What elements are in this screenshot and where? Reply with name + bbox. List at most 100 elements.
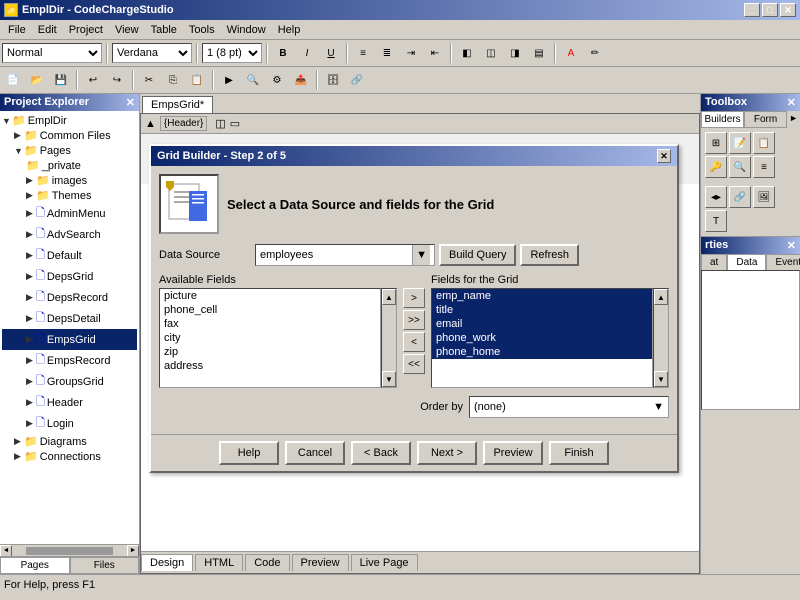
highlight-button[interactable]: ✏ [584, 42, 606, 64]
pe-tab-files[interactable]: Files [70, 557, 140, 574]
tree-item-connections[interactable]: ▶ 📁 Connections [2, 449, 137, 464]
tb-undo[interactable]: ↩ [82, 69, 104, 91]
tree-item-diagrams[interactable]: ▶ 📁 Diagrams [2, 434, 137, 449]
field-item-zip[interactable]: zip [160, 345, 380, 359]
scroll-up-btn[interactable]: ▲ [654, 289, 668, 305]
doc-tab-empsgrid[interactable]: EmpsGrid* [142, 96, 213, 113]
menu-file[interactable]: File [2, 22, 32, 38]
menu-edit[interactable]: Edit [32, 22, 63, 38]
tb-cut[interactable]: ✂ [138, 69, 160, 91]
menu-help[interactable]: Help [272, 22, 307, 38]
tree-item-empsgrid[interactable]: ▶ 🗋 EmpsGrid [2, 329, 137, 350]
tree-item-depsgrid[interactable]: ▶ 🗋 DepsGrid [2, 266, 137, 287]
finish-button[interactable]: Finish [549, 441, 609, 465]
tool-login[interactable]: 🔑 [705, 156, 727, 178]
indent-button[interactable]: ⇥ [400, 42, 422, 64]
bold-button[interactable]: B [272, 42, 294, 64]
tree-item-themes[interactable]: ▶ 📁 Themes [2, 188, 137, 203]
minimize-button[interactable]: _ [744, 3, 760, 17]
grid-field-emp-name[interactable]: emp_name [432, 289, 652, 303]
grid-field-title[interactable]: title [432, 303, 652, 317]
menu-project[interactable]: Project [63, 22, 109, 38]
header-scroll-up[interactable]: ▲ [145, 118, 156, 130]
tb-preview[interactable]: 🔍 [242, 69, 264, 91]
tb-publish[interactable]: 📤 [290, 69, 312, 91]
tree-item-depsdetail[interactable]: ▶ 🗋 DepsDetail [2, 308, 137, 329]
grid-field-email[interactable]: email [432, 317, 652, 331]
toolbox-scroll-right[interactable]: ► [787, 111, 800, 128]
tree-item-empldir[interactable]: ▼ 📁 EmplDir [2, 113, 137, 128]
field-item-address[interactable]: address [160, 359, 380, 373]
scroll-left-btn[interactable]: ◄ [0, 545, 12, 557]
grid-fields-list[interactable]: emp_name title email phone_work phone_ho… [431, 288, 653, 388]
tree-item-depsrecord[interactable]: ▶ 🗋 DepsRecord [2, 287, 137, 308]
available-fields-scrollbar[interactable]: ▲ ▼ [381, 288, 397, 388]
color-button[interactable]: A [560, 42, 582, 64]
grid-field-phone-work[interactable]: phone_work [432, 331, 652, 345]
font-select[interactable]: Verdana [112, 43, 192, 63]
tab-code[interactable]: Code [245, 554, 289, 571]
tree-item-images[interactable]: ▶ 📁 images [2, 173, 137, 188]
prop-tab-at[interactable]: at [701, 254, 727, 270]
tree-item-adminmenu[interactable]: ▶ 🗋 AdminMenu [2, 203, 137, 224]
tool-record[interactable]: 📋 [753, 132, 775, 154]
tool-image[interactable]: 🖼 [753, 186, 775, 208]
prop-tab-events[interactable]: Events [766, 254, 800, 270]
tool-search[interactable]: 🔍 [729, 156, 751, 178]
tb-db[interactable]: 🗄 [322, 69, 344, 91]
tool-grid[interactable]: ⊞ [705, 132, 727, 154]
available-fields-list[interactable]: picture phone_cell fax city zip address [159, 288, 381, 388]
tree-item-empsrecord[interactable]: ▶ 🗋 EmpsRecord [2, 350, 137, 371]
prop-tab-data[interactable]: Data [727, 254, 766, 270]
tool-text[interactable]: T [705, 210, 727, 232]
toolbox-tab-form[interactable]: Form [744, 111, 787, 128]
grid-field-phone-home[interactable]: phone_home [432, 345, 652, 359]
scroll-up-btn[interactable]: ▲ [382, 289, 396, 305]
tb-redo[interactable]: ↪ [106, 69, 128, 91]
transfer-one-left-button[interactable]: < [403, 332, 425, 352]
close-button[interactable]: ✕ [780, 3, 796, 17]
tool-nav[interactable]: ◂▸ [705, 186, 727, 208]
underline-button[interactable]: U [320, 42, 342, 64]
menu-view[interactable]: View [109, 22, 145, 38]
maximize-button[interactable]: □ [762, 3, 778, 17]
align-center-button[interactable]: ◫ [480, 42, 502, 64]
menu-tools[interactable]: Tools [183, 22, 221, 38]
tool-menu[interactable]: ≡ [753, 156, 775, 178]
tb-copy[interactable]: ⎘ [162, 69, 184, 91]
next-button[interactable]: Next > [417, 441, 477, 465]
tab-live-page[interactable]: Live Page [351, 554, 418, 571]
data-source-combo[interactable]: employees ▼ [255, 244, 435, 266]
order-by-combo[interactable]: (none) ▼ [469, 396, 669, 418]
toolbox-tab-builders[interactable]: Builders [701, 111, 744, 128]
transfer-all-right-button[interactable]: >> [403, 310, 425, 330]
tb-settings[interactable]: ⚙ [266, 69, 288, 91]
align-left-button[interactable]: ◧ [456, 42, 478, 64]
field-item-city[interactable]: city [160, 331, 380, 345]
tab-preview[interactable]: Preview [292, 554, 349, 571]
align-right-button[interactable]: ◨ [504, 42, 526, 64]
dialog-close-button[interactable]: ✕ [657, 149, 671, 163]
build-query-button[interactable]: Build Query [439, 244, 516, 266]
help-button[interactable]: Help [219, 441, 279, 465]
grid-fields-scrollbar[interactable]: ▲ ▼ [653, 288, 669, 388]
style-select[interactable]: Normal [2, 43, 102, 63]
tree-item-private[interactable]: 📁 _private [2, 158, 137, 173]
back-button[interactable]: < Back [351, 441, 411, 465]
tb-new[interactable]: 📄 [2, 69, 24, 91]
list-button[interactable]: ≡ [352, 42, 374, 64]
field-item-phone-cell[interactable]: phone_cell [160, 303, 380, 317]
cancel-button[interactable]: Cancel [285, 441, 345, 465]
preview-button[interactable]: Preview [483, 441, 543, 465]
tree-item-default[interactable]: ▶ 🗋 Default [2, 245, 137, 266]
scroll-down-btn[interactable]: ▼ [654, 371, 668, 387]
tb-link[interactable]: 🔗 [346, 69, 368, 91]
tool-form[interactable]: 📝 [729, 132, 751, 154]
tree-item-pages[interactable]: ▼ 📁 Pages [2, 143, 137, 158]
menu-table[interactable]: Table [145, 22, 183, 38]
italic-button[interactable]: I [296, 42, 318, 64]
tab-design[interactable]: Design [141, 554, 193, 571]
transfer-one-right-button[interactable]: > [403, 288, 425, 308]
scroll-right-btn[interactable]: ► [127, 545, 139, 557]
tree-item-login[interactable]: ▶ 🗋 Login [2, 413, 137, 434]
